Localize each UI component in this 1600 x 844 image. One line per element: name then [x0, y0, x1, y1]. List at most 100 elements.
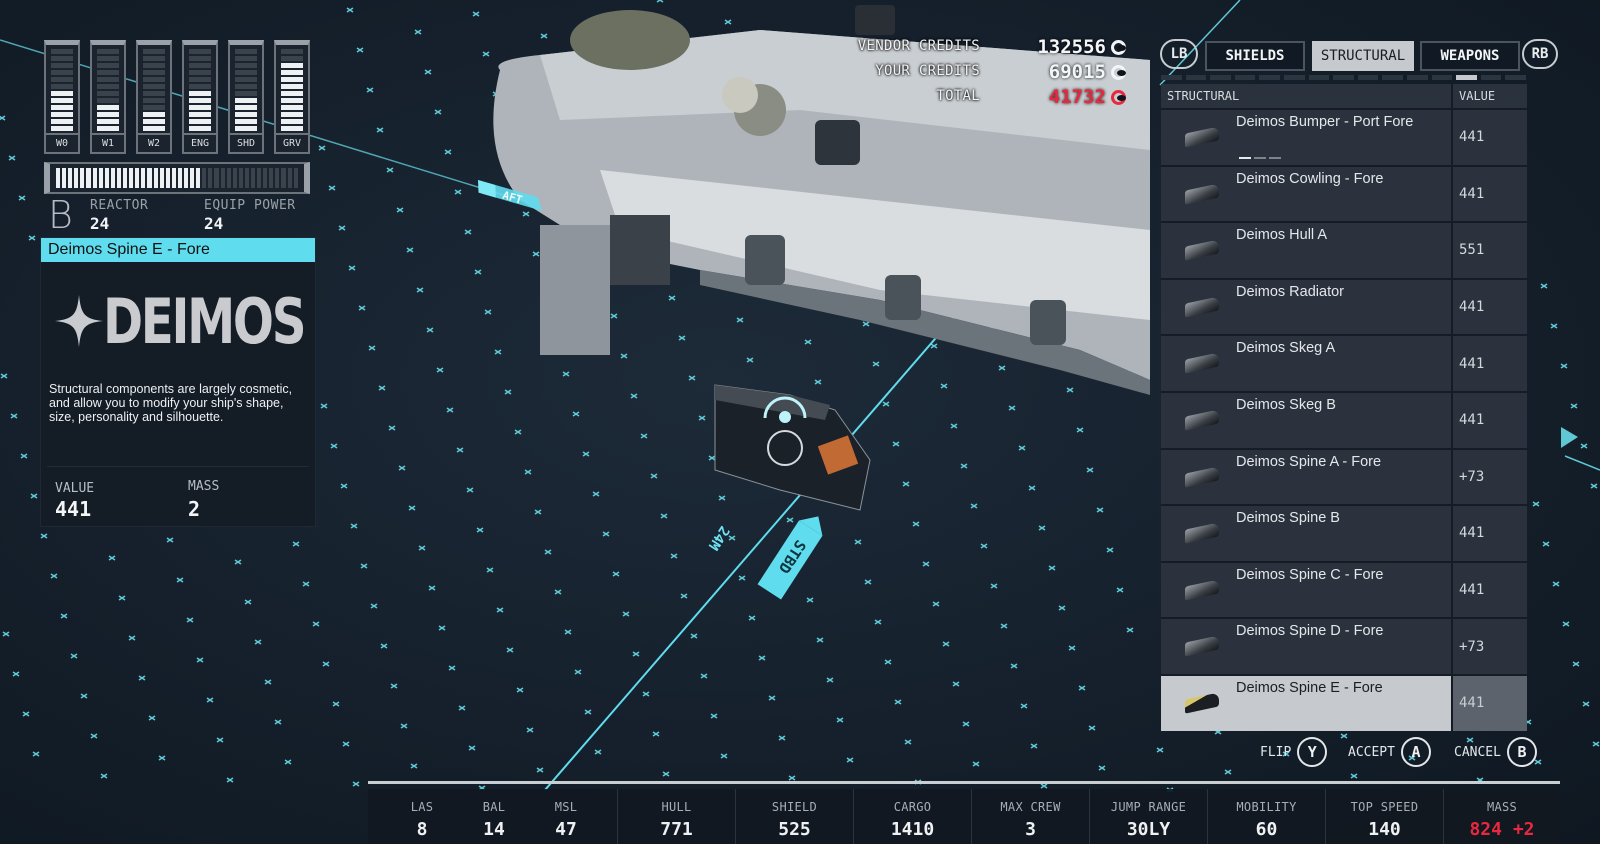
- tab-weapons[interactable]: WEAPONS: [1420, 41, 1520, 71]
- next-tab-button[interactable]: RB: [1522, 39, 1558, 69]
- reactor-segment: [123, 168, 128, 188]
- grid-marker: [894, 699, 902, 705]
- power-cell: [235, 70, 257, 75]
- cancel-button[interactable]: CANCEL B: [1454, 737, 1537, 767]
- power-bar-shd[interactable]: SHD: [228, 40, 264, 154]
- grid-marker: [758, 655, 766, 661]
- grid-marker: [386, 167, 394, 173]
- power-cell: [143, 98, 165, 103]
- item-value: 441: [55, 497, 92, 521]
- grid-marker: [32, 751, 40, 757]
- grid-marker: [340, 483, 348, 489]
- list-item[interactable]: Deimos Skeg A 441: [1161, 334, 1527, 391]
- grid-marker: [536, 767, 544, 773]
- tab-page-segment: [1505, 75, 1526, 80]
- grid-marker: [264, 679, 272, 685]
- part-value: 441: [1459, 525, 1485, 542]
- grid-marker: [1224, 769, 1232, 775]
- grid-marker: [396, 207, 404, 213]
- power-bar-w1[interactable]: W1: [90, 40, 126, 154]
- grid-marker: [680, 593, 688, 599]
- power-cell: [51, 119, 73, 124]
- mass-value: 824: [1469, 819, 1502, 840]
- selected-module[interactable]: [714, 384, 871, 511]
- list-item[interactable]: Deimos Cowling - Fore 441: [1161, 164, 1527, 222]
- power-cell: [189, 70, 211, 75]
- grid-marker: [330, 443, 338, 449]
- part-thumbnail-icon: [1185, 635, 1219, 657]
- list-item[interactable]: Deimos Spine E - Fore 441: [1161, 673, 1527, 731]
- prev-tab-button[interactable]: LB: [1160, 39, 1198, 69]
- part-name: Deimos Spine A - Fore: [1236, 453, 1382, 470]
- list-item[interactable]: Deimos Hull A 551: [1161, 221, 1527, 278]
- power-bar-w2[interactable]: W2: [136, 40, 172, 154]
- grid-marker: [1582, 701, 1590, 707]
- power-cell: [51, 84, 73, 89]
- grid-marker: [2, 631, 10, 637]
- grid-marker: [642, 691, 650, 697]
- credits-icon: [1111, 65, 1126, 80]
- power-cell: [235, 84, 257, 89]
- part-value: 441: [1459, 185, 1485, 202]
- reactor-segment: [62, 168, 67, 188]
- column-header-name: STRUCTURAL: [1161, 84, 1453, 108]
- reactor-label: REACTOR: [90, 198, 149, 213]
- list-item[interactable]: Deimos Spine D - Fore +73: [1161, 617, 1527, 674]
- grid-marker: [806, 597, 814, 603]
- power-cell: [235, 119, 257, 124]
- grid-marker: [1010, 663, 1018, 669]
- grid-marker: [980, 543, 988, 549]
- list-item[interactable]: Deimos Spine C - Fore 441: [1161, 560, 1527, 618]
- grid-marker: [630, 393, 638, 399]
- tab-structural[interactable]: STRUCTURAL: [1312, 41, 1414, 71]
- grid-marker: [668, 295, 676, 301]
- list-item[interactable]: Deimos Spine B 441: [1161, 504, 1527, 561]
- grid-marker: [368, 345, 376, 351]
- mass-label: MASS: [188, 479, 220, 494]
- flip-button[interactable]: FLIP Y: [1260, 737, 1328, 767]
- scroll-right-arrow-icon[interactable]: [1561, 427, 1578, 448]
- grid-marker: [406, 247, 414, 253]
- stat-max-crew: MAX CREW 3: [1000, 800, 1061, 840]
- grid-marker: [846, 757, 854, 763]
- list-item[interactable]: Deimos Radiator 441: [1161, 277, 1527, 335]
- reactor-segment: [196, 168, 201, 188]
- your-credits-value: 69015: [1048, 61, 1106, 83]
- axis-line: [1564, 455, 1600, 471]
- grid-marker: [138, 675, 146, 681]
- grid-marker: [8, 155, 16, 161]
- category-tabs: LB SHIELDS STRUCTURAL WEAPONS RB: [1160, 39, 1558, 73]
- grid-marker: [1020, 703, 1028, 709]
- power-bar-grv[interactable]: GRV: [274, 40, 310, 154]
- part-value: 441: [1459, 299, 1485, 316]
- list-item[interactable]: Deimos Spine A - Fore +73: [1161, 447, 1527, 505]
- grid-marker: [506, 647, 514, 653]
- grid-marker: [486, 567, 494, 573]
- vendor-credits-label: VENDOR CREDITS: [857, 38, 980, 54]
- accept-button[interactable]: ACCEPT A: [1348, 737, 1431, 767]
- grid-marker: [342, 741, 350, 747]
- power-bar-w0[interactable]: W0: [44, 40, 80, 154]
- part-value: 441: [1459, 582, 1485, 599]
- reactor-segment: [110, 168, 115, 188]
- tab-page-segment: [1308, 75, 1330, 80]
- tab-shields[interactable]: SHIELDS: [1205, 41, 1305, 71]
- grid-marker: [348, 265, 356, 271]
- grid-marker: [360, 563, 368, 569]
- list-item[interactable]: Deimos Skeg B 441: [1161, 390, 1527, 448]
- grid-marker: [408, 505, 416, 511]
- part-thumbnail-icon: [1185, 352, 1219, 374]
- grid-marker: [128, 635, 136, 641]
- power-cell: [143, 77, 165, 82]
- power-cell: [281, 70, 303, 75]
- y-button-icon: Y: [1297, 737, 1328, 767]
- grid-marker: [534, 509, 542, 515]
- grid-marker: [418, 545, 426, 551]
- reactor-segment: [141, 168, 146, 188]
- grid-marker: [494, 349, 502, 355]
- grid-marker: [1550, 323, 1558, 329]
- grid-marker: [1098, 765, 1106, 771]
- part-value: 441: [1459, 412, 1485, 429]
- list-item[interactable]: Deimos Bumper - Port Fore 441: [1161, 108, 1527, 165]
- power-bar-eng[interactable]: ENG: [182, 40, 218, 154]
